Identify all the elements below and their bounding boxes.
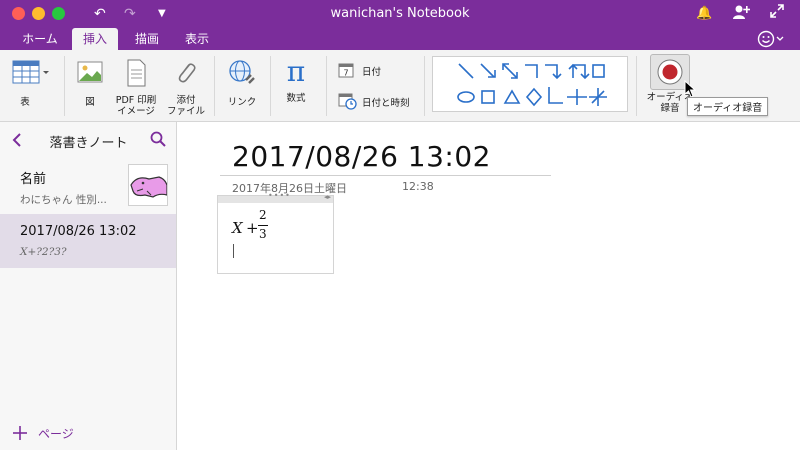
page-item-preview: X+?2?3? xyxy=(20,246,67,258)
expand-icon[interactable] xyxy=(770,4,784,24)
attach-file-button[interactable]: 添付 ファイル xyxy=(164,58,208,117)
page-list-item[interactable]: 名前 わにちゃん 性別... xyxy=(0,158,176,214)
insert-pdf-printout-button[interactable]: PDF 印刷 イメージ xyxy=(112,58,160,117)
attach-label-line2: ファイル xyxy=(166,106,205,117)
ribbon-insert: 表 図 PDF 印刷 イメージ 添付 ファイル リンク π 数式 7 日付 日付… xyxy=(0,50,800,122)
pi-icon: π xyxy=(286,55,306,88)
picture-icon xyxy=(77,61,103,83)
insert-picture-button[interactable]: 図 xyxy=(72,58,108,108)
page-list-item-selected[interactable]: 2017/08/26 13:02 X+?2?3? xyxy=(0,214,176,268)
note-canvas[interactable]: 2017/08/26 13:02 2017年8月26日土曜日 12:38 •••… xyxy=(178,122,800,450)
shape-3d-axis xyxy=(589,88,607,106)
shape-cross-axis xyxy=(567,89,587,105)
equation-label: 数式 xyxy=(286,93,306,104)
mouse-cursor-icon xyxy=(684,80,696,98)
link-label: リンク xyxy=(227,97,257,108)
pdf-label-line2: イメージ xyxy=(117,106,155,117)
shape-triangle xyxy=(503,89,521,104)
link-globe-icon xyxy=(229,60,255,84)
note-container[interactable]: •••• ◂▸ X + 2 3 xyxy=(217,191,334,274)
page-item-preview: わにちゃん 性別... xyxy=(20,194,107,206)
svg-text:7: 7 xyxy=(343,69,348,78)
shape-line xyxy=(458,63,474,79)
shape-double-arrow xyxy=(502,63,518,79)
tab-home[interactable]: ホーム xyxy=(14,28,66,50)
calendar-clock-icon xyxy=(338,93,357,110)
note-container-handle[interactable]: •••• ◂▸ xyxy=(218,191,333,203)
shape-diamond xyxy=(525,87,543,107)
fraction-denominator: 3 xyxy=(259,227,267,241)
search-icon[interactable] xyxy=(150,131,166,147)
page-item-title: 2017/08/26 13:02 xyxy=(20,224,137,239)
fraction-numerator: 2 xyxy=(259,208,267,222)
ribbon-separator xyxy=(636,56,637,116)
shape-axis xyxy=(548,87,563,104)
insert-equation-button[interactable]: π 数式 xyxy=(276,55,316,105)
plus-icon xyxy=(13,426,27,440)
date-label: 日付 xyxy=(362,67,382,78)
shape-rectangle xyxy=(592,64,605,78)
page-list-sidebar: 落書きノート 名前 わにちゃん 性別... 2017/08/26 13:02 X… xyxy=(0,122,177,450)
text-cursor xyxy=(233,244,234,258)
tab-view[interactable]: 表示 xyxy=(174,28,220,50)
shape-elbow xyxy=(525,64,538,78)
ribbon-separator xyxy=(424,56,425,116)
feedback-smiley-icon[interactable] xyxy=(756,28,786,50)
crocodile-drawing-icon xyxy=(130,176,167,198)
notification-bell-icon[interactable]: 🔔 xyxy=(696,4,712,24)
equation-variable: X xyxy=(232,219,243,237)
insert-table-button[interactable]: 表 xyxy=(8,58,52,108)
add-person-icon[interactable] xyxy=(732,4,751,26)
pdf-document-icon xyxy=(127,59,146,87)
table-label: 表 xyxy=(20,97,30,108)
page-thumbnail xyxy=(128,164,168,206)
ribbon-separator xyxy=(326,56,327,116)
ribbon-separator xyxy=(64,56,65,116)
title-bar: ↶ ↷ ▼ wanichan's Notebook 🔔 xyxy=(0,0,800,28)
shapes-gallery xyxy=(432,56,628,112)
add-page-button[interactable]: ページ xyxy=(10,422,110,444)
drag-handle-icon: •••• xyxy=(268,191,291,200)
shape-elbow-double-arrow xyxy=(568,63,590,80)
title-underline xyxy=(220,175,551,176)
ribbon-separator xyxy=(270,56,271,116)
add-page-label: ページ xyxy=(38,427,74,441)
window-title: wanichan's Notebook xyxy=(330,6,470,21)
shape-elbow-arrow xyxy=(545,64,562,80)
page-title[interactable]: 2017/08/26 13:02 xyxy=(232,140,491,173)
insert-link-button[interactable]: リンク xyxy=(220,58,264,108)
pdf-label-line1: PDF 印刷 xyxy=(115,95,157,106)
calendar-icon: 7 xyxy=(338,63,354,78)
equation-plus: + xyxy=(246,219,259,237)
resize-handle-icon: ◂▸ xyxy=(323,193,331,201)
page-time: 12:38 xyxy=(402,180,434,193)
attach-label-line1: 添付 xyxy=(176,95,196,106)
shape-ellipse xyxy=(457,91,475,103)
tab-draw[interactable]: 描画 xyxy=(124,28,170,50)
insert-date-time-button[interactable]: 日付と時刻 xyxy=(338,92,418,110)
page-item-title: 名前 xyxy=(20,172,47,187)
sidebar-header: 落書きノート xyxy=(0,122,177,156)
tab-insert[interactable]: 挿入 xyxy=(72,28,118,50)
insert-date-button[interactable]: 7 日付 xyxy=(338,62,418,80)
ribbon-tabs: ホーム 挿入 描画 表示 xyxy=(0,28,800,50)
picture-label: 図 xyxy=(85,97,95,108)
fraction-bar xyxy=(258,225,268,226)
paperclip-icon xyxy=(178,63,196,83)
ribbon-separator xyxy=(214,56,215,116)
shape-arrow xyxy=(480,63,496,78)
datetime-label: 日付と時刻 xyxy=(362,98,410,109)
audio-recording-tooltip: オーディオ録音 xyxy=(687,97,769,116)
shape-square xyxy=(481,90,495,104)
table-icon xyxy=(12,60,49,84)
